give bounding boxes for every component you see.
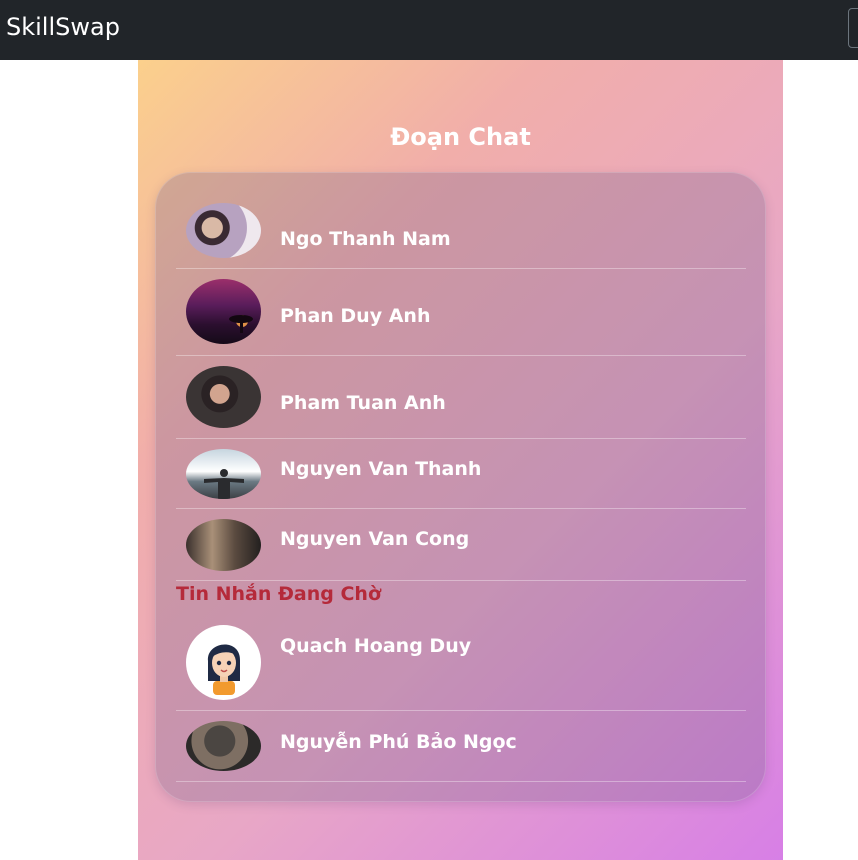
avatar xyxy=(186,721,261,771)
chat-title: Đoạn Chat xyxy=(390,123,531,151)
avatar xyxy=(186,366,261,428)
avatar xyxy=(186,519,261,571)
chat-panel: Đoạn Chat Ngo Thanh Nam Phan Duy Anh Pha… xyxy=(138,60,783,860)
contact-name: Ngo Thanh Nam xyxy=(280,228,451,250)
conversation-item[interactable]: Ngo Thanh Nam xyxy=(176,189,746,269)
contact-name: Phan Duy Anh xyxy=(280,305,431,327)
contact-name: Pham Tuan Anh xyxy=(280,392,446,414)
conversation-list: Ngo Thanh Nam Phan Duy Anh Pham Tuan Anh xyxy=(155,172,766,802)
contact-name: Nguyen Van Thanh xyxy=(280,458,482,480)
avatar xyxy=(186,279,261,344)
brand-logo[interactable]: SkillSwap xyxy=(6,12,120,42)
contact-name: Nguyễn Phú Bảo Ngọc xyxy=(280,731,517,753)
person-silhouette-icon xyxy=(204,469,244,499)
tree-icon xyxy=(229,315,253,333)
conversation-item[interactable]: Nguyen Van Thanh xyxy=(176,439,746,509)
navbar-toggler-button[interactable] xyxy=(848,8,858,48)
cartoon-girl-icon xyxy=(207,644,241,695)
pending-conversation-item[interactable]: Quach Hoang Duy xyxy=(176,609,746,711)
navbar: SkillSwap xyxy=(0,0,858,60)
contact-name: Quach Hoang Duy xyxy=(280,635,472,657)
avatar xyxy=(186,625,261,700)
conversation-item[interactable]: Nguyen Van Cong xyxy=(176,509,746,581)
contact-name: Nguyen Van Cong xyxy=(280,528,470,550)
conversation-item[interactable]: Pham Tuan Anh xyxy=(176,356,746,439)
conversation-item[interactable]: Phan Duy Anh xyxy=(176,269,746,356)
avatar xyxy=(186,203,261,258)
pending-conversation-item[interactable]: Nguyễn Phú Bảo Ngọc xyxy=(176,711,746,782)
avatar xyxy=(186,449,261,499)
pending-messages-heading: Tin Nhắn Đang Chờ xyxy=(176,583,382,605)
